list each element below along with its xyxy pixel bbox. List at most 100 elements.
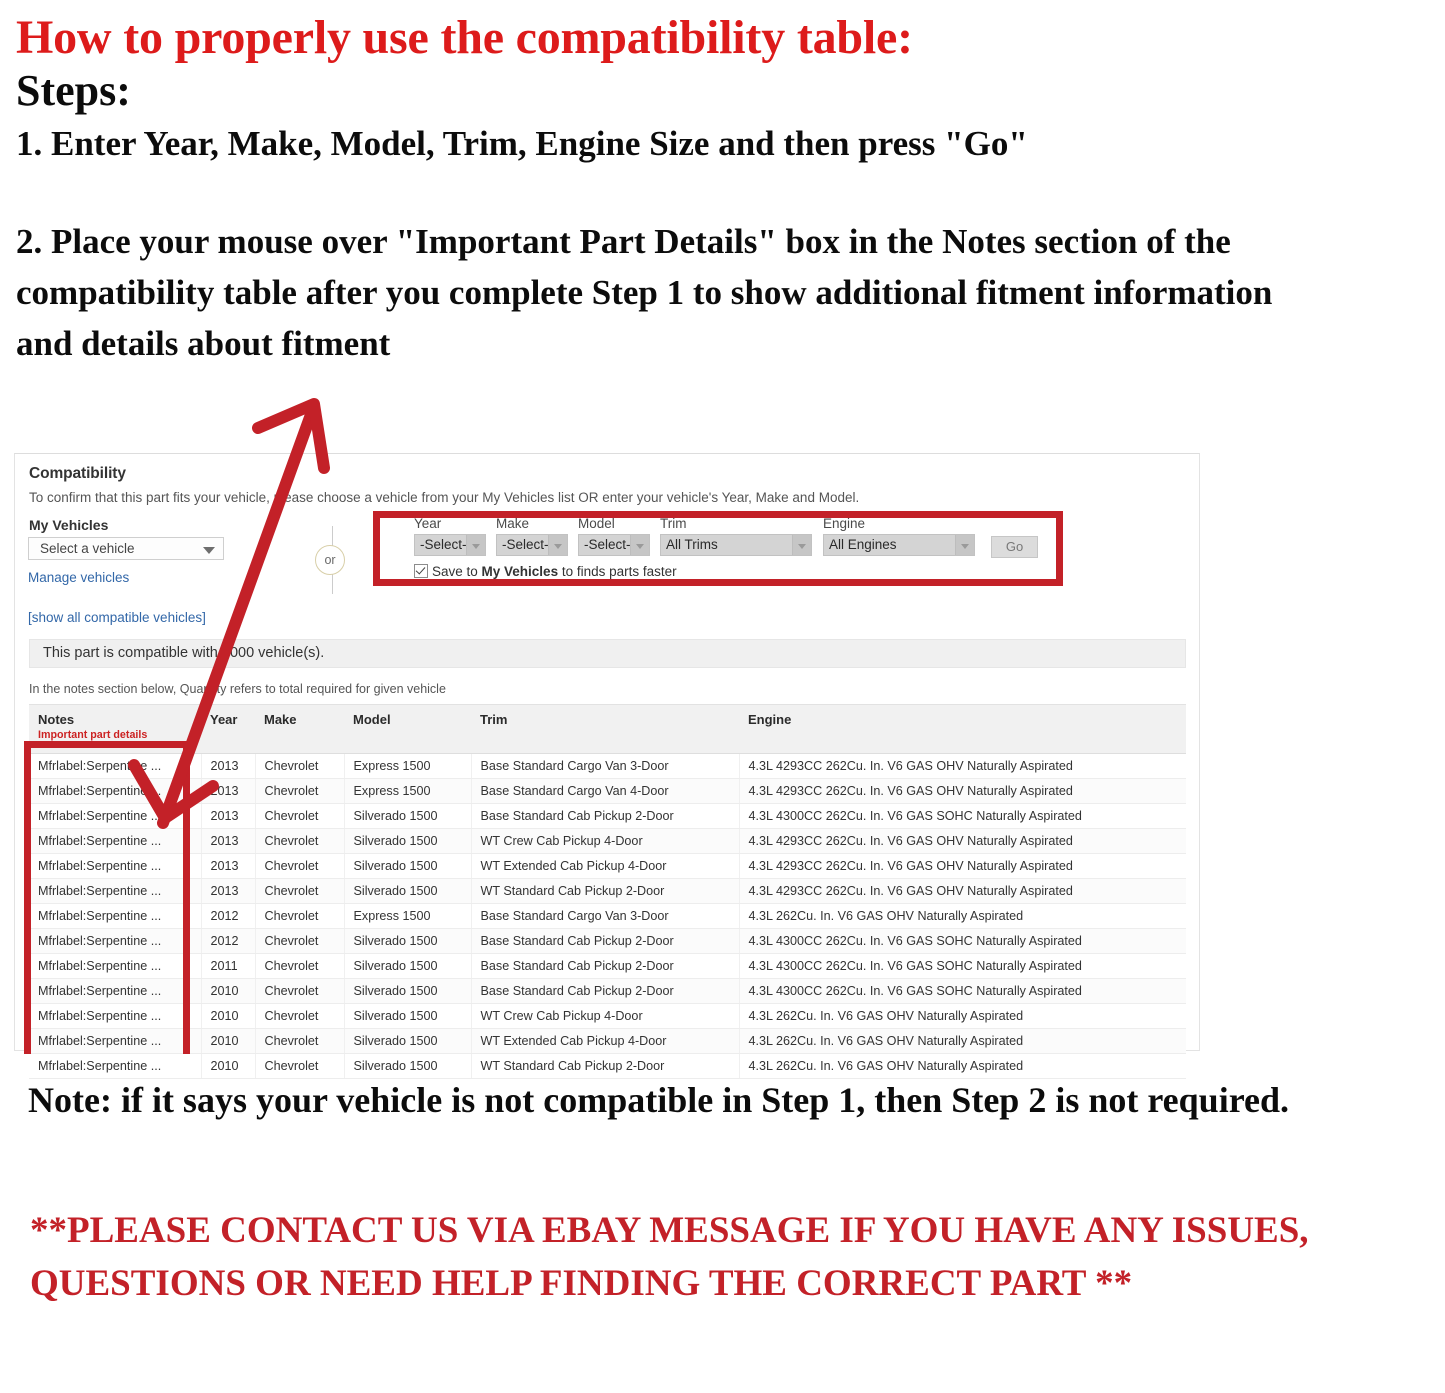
- cell-trim: WT Crew Cab Pickup 4-Door: [471, 828, 740, 854]
- or-divider: or: [315, 526, 351, 594]
- cell-model: Silverado 1500: [344, 828, 472, 854]
- cell-notes[interactable]: Mfrlabel:Serpentine ...: [29, 878, 202, 904]
- dropdown-value-model: -Select-: [584, 537, 631, 552]
- cell-model: Express 1500: [344, 753, 472, 779]
- cell-engine: 4.3L 4293CC 262Cu. In. V6 GAS OHV Natura…: [739, 828, 1186, 854]
- cell-year: 2013: [201, 828, 256, 854]
- table-row: Mfrlabel:Serpentine ... 2012 Chevrolet Silv…: [29, 928, 1186, 954]
- table-row: Mfrlabel:Serpentine ... 2010 Chevrolet Silv…: [29, 978, 1186, 1004]
- save-vehicle-checkbox[interactable]: [414, 564, 428, 578]
- cell-year: 2013: [201, 753, 256, 779]
- dropdown-model[interactable]: -Select-: [578, 534, 650, 556]
- steps-label: Steps:: [16, 66, 131, 115]
- column-header-label: Year: [210, 712, 238, 727]
- footer-note: Note: if it says your vehicle is not com…: [28, 1080, 1290, 1120]
- cell-model: Express 1500: [344, 778, 472, 804]
- cell-year: 2013: [201, 878, 256, 904]
- cell-notes[interactable]: Mfrlabel:Serpentine ...: [29, 903, 202, 929]
- cell-year: 2013: [201, 778, 256, 804]
- cell-year: 2013: [201, 853, 256, 879]
- cell-year: 2012: [201, 928, 256, 954]
- cell-engine: 4.3L 4293CC 262Cu. In. V6 GAS OHV Natura…: [739, 778, 1186, 804]
- cell-notes[interactable]: Mfrlabel:Serpentine ...: [29, 778, 202, 804]
- cell-make: Chevrolet: [255, 853, 345, 879]
- table-row: Mfrlabel:Serpentine ... 2013 Chevrolet Silv…: [29, 853, 1186, 879]
- cell-notes[interactable]: Mfrlabel:Serpentine ...: [29, 803, 202, 829]
- cell-model: Silverado 1500: [344, 1003, 472, 1029]
- cell-make: Chevrolet: [255, 978, 345, 1004]
- save-prefix-text: Save to: [432, 564, 482, 579]
- column-header-year: Year: [201, 704, 255, 754]
- cell-model: Silverado 1500: [344, 928, 472, 954]
- selector-label-model: Model: [578, 516, 615, 531]
- table-row: Mfrlabel:Serpentine ... 2013 Chevrolet Expr…: [29, 778, 1186, 804]
- table-row: Mfrlabel:Serpentine ... 2010 Chevrolet Silv…: [29, 1028, 1186, 1054]
- manage-vehicles-link[interactable]: Manage vehicles: [28, 570, 129, 585]
- cell-notes[interactable]: Mfrlabel:Serpentine ...: [29, 753, 202, 779]
- or-badge-label: or: [315, 545, 345, 575]
- cell-year: 2010: [201, 978, 256, 1004]
- table-header-row: Notes Important part details Year Make Model…: [29, 704, 1186, 754]
- cell-engine: 4.3L 4293CC 262Cu. In. V6 GAS OHV Natura…: [739, 853, 1186, 879]
- dropdown-engine[interactable]: All Engines: [823, 534, 975, 556]
- cell-notes[interactable]: Mfrlabel:Serpentine ...: [29, 828, 202, 854]
- cell-engine: 4.3L 4300CC 262Cu. In. V6 GAS SOHC Natur…: [739, 978, 1186, 1004]
- show-all-compatible-vehicles-link[interactable]: [show all compatible vehicles]: [28, 610, 206, 625]
- chevron-down-icon: [792, 535, 811, 555]
- selector-make: Make -Select-: [496, 516, 568, 556]
- selector-label-year: Year: [414, 516, 442, 531]
- dropdown-value-year: -Select-: [420, 537, 467, 552]
- table-row: Mfrlabel:Serpentine ... 2013 Chevrolet Silv…: [29, 803, 1186, 829]
- column-header-model: Model: [344, 704, 471, 754]
- compatible-count-banner: This part is compatible with 1000 vehicl…: [29, 639, 1186, 668]
- cell-engine: 4.3L 4293CC 262Cu. In. V6 GAS OHV Natura…: [739, 878, 1186, 904]
- cell-engine: 4.3L 262Cu. In. V6 GAS OHV Naturally Asp…: [739, 903, 1186, 929]
- cell-trim: Base Standard Cab Pickup 2-Door: [471, 953, 740, 979]
- save-to-my-vehicles-row[interactable]: Save to My Vehicles to finds parts faste…: [414, 564, 677, 579]
- cell-year: 2011: [201, 953, 256, 979]
- my-vehicles-select[interactable]: Select a vehicle: [28, 537, 224, 560]
- cell-notes[interactable]: Mfrlabel:Serpentine ...: [29, 1003, 202, 1029]
- cell-notes[interactable]: Mfrlabel:Serpentine ...: [29, 953, 202, 979]
- cell-make: Chevrolet: [255, 753, 345, 779]
- table-row: Mfrlabel:Serpentine ... 2012 Chevrolet Expr…: [29, 903, 1186, 929]
- page-title: How to properly use the compatibility ta…: [16, 11, 913, 64]
- dropdown-make[interactable]: -Select-: [496, 534, 568, 556]
- column-header-trim: Trim: [471, 704, 739, 754]
- instructions-block: How to properly use the compatibility ta…: [16, 14, 1356, 370]
- cell-year: 2012: [201, 903, 256, 929]
- dropdown-trim[interactable]: All Trims: [660, 534, 812, 556]
- step-2-text: 2. Place your mouse over "Important Part…: [16, 222, 1273, 363]
- chevron-down-icon: [548, 535, 567, 555]
- my-vehicles-value: Select a vehicle: [40, 541, 135, 556]
- cell-engine: 4.3L 4293CC 262Cu. In. V6 GAS OHV Natura…: [739, 753, 1186, 779]
- selector-label-engine: Engine: [823, 516, 866, 531]
- cell-make: Chevrolet: [255, 928, 345, 954]
- cell-notes[interactable]: Mfrlabel:Serpentine ...: [29, 853, 202, 879]
- quantity-note: In the notes section below, Quantity ref…: [29, 682, 446, 696]
- fitment-table: Notes Important part details Year Make Model…: [29, 704, 1186, 1079]
- cell-make: Chevrolet: [255, 953, 345, 979]
- cell-make: Chevrolet: [255, 803, 345, 829]
- dropdown-year[interactable]: -Select-: [414, 534, 486, 556]
- selector-label-make: Make: [496, 516, 530, 531]
- cell-make: Chevrolet: [255, 778, 345, 804]
- cell-notes[interactable]: Mfrlabel:Serpentine ...: [29, 978, 202, 1004]
- footer-contact: **PLEASE CONTACT US VIA EBAY MESSAGE IF …: [30, 1210, 1309, 1304]
- cell-trim: Base Standard Cab Pickup 2-Door: [471, 928, 740, 954]
- cell-year: 2010: [201, 1028, 256, 1054]
- column-header-notes: Notes Important part details: [29, 704, 201, 754]
- cell-notes[interactable]: Mfrlabel:Serpentine ...: [29, 1028, 202, 1054]
- cell-trim: WT Standard Cab Pickup 2-Door: [471, 878, 740, 904]
- cell-notes[interactable]: Mfrlabel:Serpentine ...: [29, 928, 202, 954]
- cell-year: 2013: [201, 803, 256, 829]
- cell-model: Express 1500: [344, 903, 472, 929]
- go-button[interactable]: Go: [991, 536, 1038, 558]
- cell-engine: 4.3L 262Cu. In. V6 GAS OHV Naturally Asp…: [739, 1028, 1186, 1054]
- cell-make: Chevrolet: [255, 1028, 345, 1054]
- important-part-details-label[interactable]: Important part details: [38, 729, 201, 741]
- cell-year: 2010: [201, 1003, 256, 1029]
- cell-trim: Base Standard Cab Pickup 2-Door: [471, 803, 740, 829]
- column-header-label: Model: [353, 712, 391, 727]
- cell-make: Chevrolet: [255, 903, 345, 929]
